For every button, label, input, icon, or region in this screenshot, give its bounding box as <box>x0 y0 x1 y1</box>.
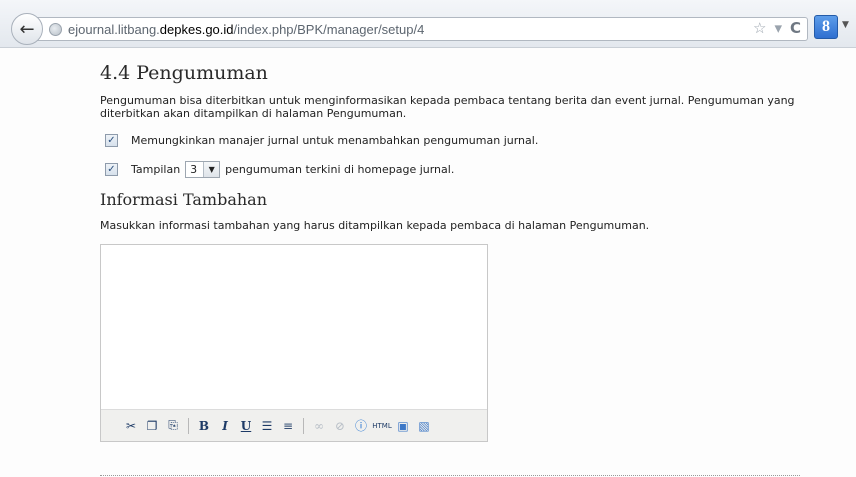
url-text[interactable]: ejournal.litbang.depkes.go.id/index.php/… <box>68 22 424 37</box>
display-suffix-label: pengumuman terkini di homepage jurnal. <box>225 163 455 176</box>
underline-icon[interactable]: U <box>238 418 254 434</box>
numbered-list-icon[interactable]: ≡ <box>280 418 296 434</box>
italic-icon[interactable]: I <box>217 418 233 434</box>
section-divider <box>100 475 800 476</box>
section-description: Pengumuman bisa diterbitkan untuk mengin… <box>100 94 795 120</box>
bold-icon[interactable]: B <box>196 418 212 434</box>
announcement-count-value: 3 <box>190 163 198 176</box>
url-icons: ☆ ▾ C <box>753 19 801 37</box>
toolbar-separator <box>188 417 189 434</box>
editor-toolbar: ✂ ❐ ⎘ B I U ☰ ≡ ∞ ⊘ ⓘ HTML ▣ ▧ <box>101 409 487 441</box>
bullet-list-icon[interactable]: ☰ <box>259 418 275 434</box>
display-prefix-label: Tampilan <box>131 163 181 176</box>
image-icon[interactable]: ▧ <box>416 418 432 434</box>
back-button[interactable]: ← <box>11 13 43 45</box>
copy-icon[interactable]: ❐ <box>144 418 160 434</box>
chevron-down-icon[interactable]: ▼ <box>842 20 849 30</box>
fullscreen-icon[interactable]: ▣ <box>395 418 411 434</box>
display-announcements-checkbox[interactable]: ✓ <box>105 163 118 176</box>
url-bar[interactable]: ejournal.litbang.depkes.go.id/index.php/… <box>30 17 808 41</box>
rich-text-editor: ✂ ❐ ⎘ B I U ☰ ≡ ∞ ⊘ ⓘ HTML ▣ ▧ <box>100 244 488 442</box>
display-announcements-row: ✓ Tampilan 3 ▼ pengumuman terkini di hom… <box>100 161 820 178</box>
link-icon[interactable]: ∞ <box>311 418 327 434</box>
reload-icon[interactable]: C <box>790 19 801 37</box>
google-plus-icon[interactable]: 8 <box>814 15 838 39</box>
url-domain: depkes.go.id <box>159 21 234 37</box>
cut-icon[interactable]: ✂ <box>123 418 139 434</box>
announcement-count-select[interactable]: 3 ▼ <box>185 161 221 178</box>
section-title: 4.4 Pengumuman <box>100 62 268 84</box>
editor-text-area[interactable] <box>101 245 487 409</box>
back-arrow-icon: ← <box>19 18 35 40</box>
main-content: 4.4 Pengumuman Pengumuman bisa diterbitk… <box>100 62 820 442</box>
star-icon[interactable]: ☆ <box>753 19 766 37</box>
unlink-icon[interactable]: ⊘ <box>332 418 348 434</box>
enable-announcements-label: Memungkinkan manajer jurnal untuk menamb… <box>131 134 539 147</box>
dropdown-icon[interactable]: ▾ <box>774 19 782 37</box>
url-prefix: ejournal.litbang. <box>68 21 160 37</box>
enable-announcements-row: ✓ Memungkinkan manajer jurnal untuk mena… <box>100 134 820 147</box>
toolbar-separator <box>303 417 304 434</box>
chevron-down-icon[interactable]: ▼ <box>203 162 220 177</box>
html-icon[interactable]: HTML <box>372 418 391 434</box>
browser-toolbar: ← ejournal.litbang.depkes.go.id/index.ph… <box>0 0 856 48</box>
url-path: /index.php/BPK/manager/setup/4 <box>233 21 425 37</box>
globe-icon <box>49 22 62 36</box>
additional-info-description: Masukkan informasi tambahan yang harus d… <box>100 219 650 232</box>
enable-announcements-checkbox[interactable]: ✓ <box>105 134 118 147</box>
paste-icon[interactable]: ⎘ <box>165 418 181 434</box>
additional-info-title: Informasi Tambahan <box>100 190 268 209</box>
help-icon[interactable]: ⓘ <box>353 418 369 434</box>
